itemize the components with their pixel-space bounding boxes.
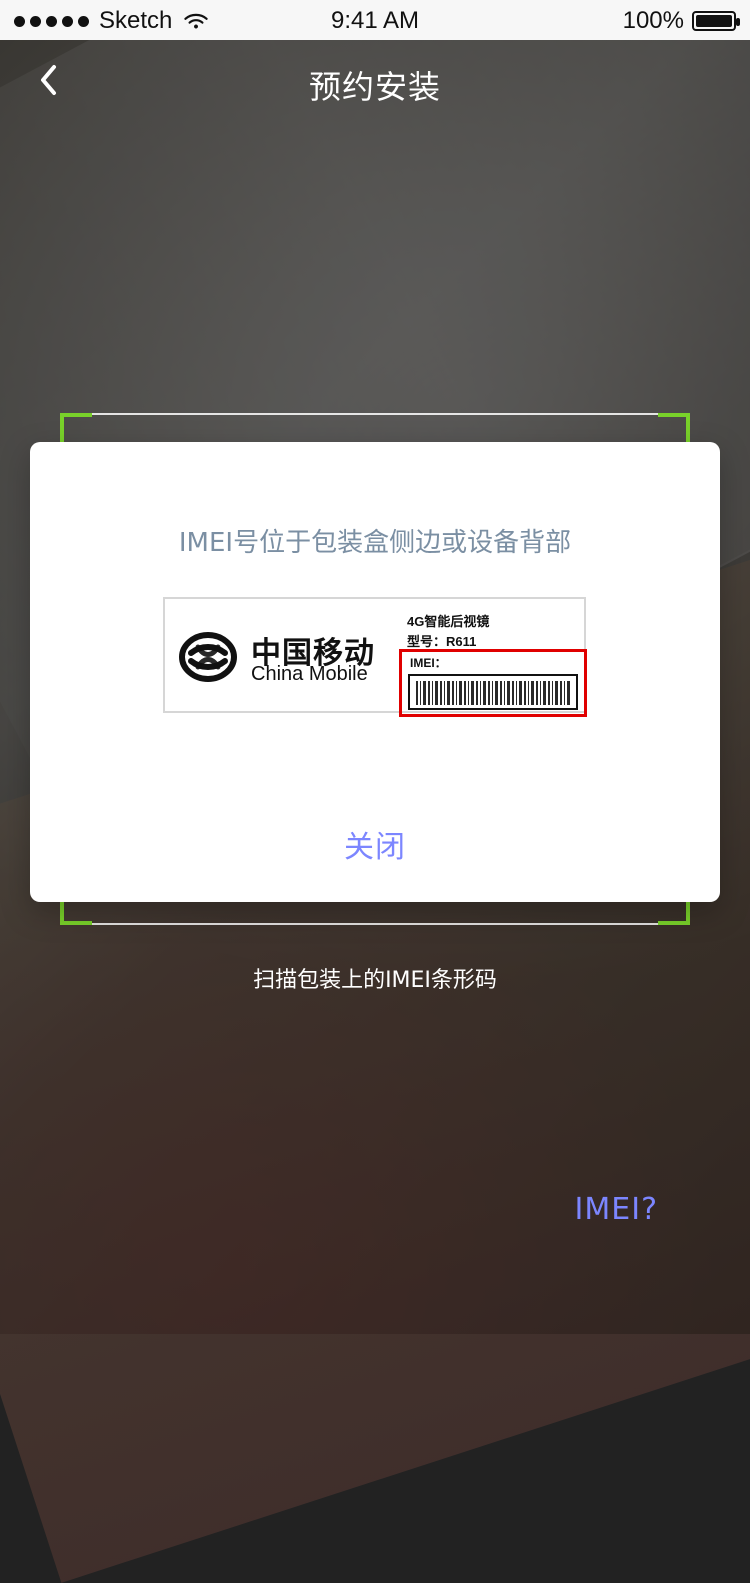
model-number: 型号：R611 — [407, 634, 477, 649]
status-bar: Sketch 9:41 AM 100% — [0, 0, 750, 40]
barcode-frame — [408, 674, 578, 710]
product-name: 4G智能后视镜 — [407, 614, 490, 629]
china-mobile-logo — [175, 629, 241, 685]
modal-close-button[interactable]: 关闭 — [30, 822, 720, 866]
status-right: 100% — [622, 7, 740, 35]
battery-icon — [692, 11, 740, 31]
scan-corner-top-right — [658, 413, 690, 445]
brand-name-english: China Mobile — [251, 663, 368, 685]
imei-help-modal: IMEI号位于包装盒侧边或设备背部 中国移动 China Mobile 4G智能… — [30, 442, 720, 902]
top-navigation: 预约安装 — [0, 40, 750, 128]
imei-highlight-box: IMEI： — [399, 649, 587, 717]
page-title: 预约安装 — [308, 68, 441, 106]
imei-label-example: 中国移动 China Mobile 4G智能后视镜 型号：R611 IMEI： — [163, 597, 587, 717]
modal-title: IMEI号位于包装盒侧边或设备背部 — [178, 528, 572, 558]
scan-instruction: 扫描包装上的IMEI条形码 — [253, 968, 497, 993]
barcode-icon — [416, 681, 570, 705]
imei-label: IMEI： — [410, 656, 447, 670]
battery-percent: 100% — [622, 7, 684, 34]
scan-corner-top-left — [60, 413, 92, 445]
battery-fill — [696, 15, 732, 27]
label-details: 4G智能后视镜 型号：R611 IMEI： — [399, 607, 587, 717]
imei-help-link[interactable]: IMEI? — [575, 1192, 658, 1227]
